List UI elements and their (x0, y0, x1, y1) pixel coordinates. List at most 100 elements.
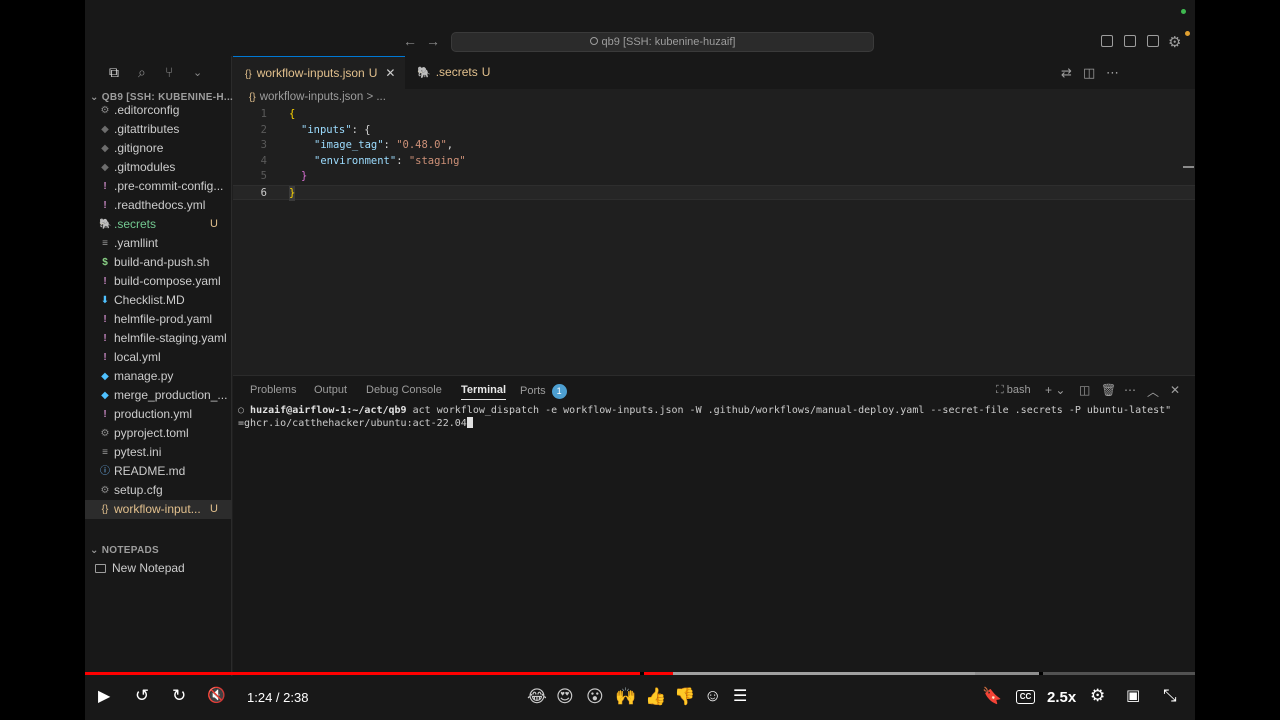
rewind-icon[interactable]: ↺ (135, 686, 149, 706)
command-center-search[interactable]: qb9 [SSH: kubenine-huzaif] (451, 32, 874, 52)
file-item[interactable]: ! .readthedocs.yml (85, 196, 232, 215)
close-panel-icon[interactable]: ✕ (1170, 383, 1180, 397)
new-terminal-icon[interactable]: + ⌄ (1045, 383, 1065, 397)
json-icon: {} (101, 504, 109, 515)
file-item[interactable]: ◆ .gitattributes (85, 120, 232, 139)
toggle-panel-icon[interactable] (1124, 35, 1136, 47)
file-item[interactable]: ◆ merge_production_... (85, 386, 232, 405)
emoji-thumbs-up-icon[interactable]: 👍 (645, 687, 666, 707)
file-item[interactable]: ! .pre-commit-config... (85, 177, 232, 196)
close-icon[interactable]: ✕ (385, 66, 395, 80)
yaml-icon: ! (103, 200, 107, 211)
file-name: setup.cfg (114, 483, 163, 497)
code-editor[interactable]: 1{ 2 "inputs": { 3 "image_tag": "0.48.0", … (233, 107, 1195, 201)
code-line: 1{ (260, 108, 296, 120)
settings-gear-icon[interactable]: ⚙ (1090, 686, 1105, 706)
file-item[interactable]: ! helmfile-prod.yaml (85, 310, 232, 329)
git-status-badge: U (210, 503, 218, 515)
file-name: manage.py (114, 369, 174, 383)
notepads-section-header[interactable]: ⌄ NOTEPADS (90, 545, 159, 556)
add-reaction-icon[interactable]: ☺ (704, 686, 721, 706)
tab-ports[interactable]: Ports 1 (520, 384, 567, 399)
chapter-separator (640, 672, 644, 675)
video-controls: ▶ ↺ ↻ 🔇 1:24 / 2:38 😂 😍 😮 🙌 👍 👎 ☺ ☰ 🔖 CC… (85, 680, 1195, 716)
git-icon: ◆ (101, 124, 109, 135)
emoji-heart-eyes-icon[interactable]: 😍 (556, 687, 574, 707)
back-arrow-icon[interactable]: ← (403, 33, 417, 49)
maximize-panel-icon[interactable]: ︿ (1147, 383, 1159, 400)
file-name: build-compose.yaml (114, 274, 221, 288)
chevron-down-icon[interactable]: ⌄ (193, 66, 202, 79)
command-center-label: qb9 [SSH: kubenine-huzaif] (601, 36, 736, 48)
file-name: .pre-commit-config... (114, 179, 224, 193)
json-icon: {} (245, 69, 252, 80)
yaml-icon: ! (103, 181, 107, 192)
chat-icon[interactable]: ☰ (733, 686, 747, 706)
terminal-shell-selector[interactable]: ⛶ bash (996, 384, 1031, 397)
emoji-thumbs-down-icon[interactable]: 👎 (674, 687, 695, 707)
code-line: 3 "image_tag": "0.48.0", (260, 139, 454, 151)
file-item[interactable]: ⓘ README.md (85, 462, 232, 481)
play-icon[interactable]: ▶ (98, 686, 110, 706)
code-line-current: 6} (233, 184, 1195, 201)
file-item[interactable]: ! local.yml (85, 348, 232, 367)
file-name: .editorconfig (114, 103, 180, 117)
files-icon[interactable]: ⧉ (109, 64, 119, 81)
new-notepad-item[interactable]: New Notepad (95, 561, 185, 575)
terminal-output[interactable]: ○ huzaif@airflow-1:~/act/qb9 act workflo… (238, 404, 1188, 430)
tab-output[interactable]: Output (314, 384, 347, 396)
yaml-icon: ! (103, 409, 107, 420)
settings-gear-icon[interactable]: ⚙ (1168, 33, 1181, 51)
file-item[interactable]: ⚙ .editorconfig (85, 101, 232, 120)
file-item[interactable]: ◆ .gitmodules (85, 158, 232, 177)
file-item[interactable]: ⚙ setup.cfg (85, 481, 232, 500)
file-name: .gitmodules (114, 160, 176, 174)
bookmark-icon[interactable]: 🔖 (982, 686, 1002, 706)
title-bar: ← → qb9 [SSH: kubenine-huzaif] ⚙ (85, 0, 1195, 56)
file-item[interactable]: ! production.yml (85, 405, 232, 424)
captions-icon[interactable]: CC (1016, 690, 1035, 704)
file-item[interactable]: ≡ .yamllint (85, 234, 232, 253)
breadcrumb[interactable]: {} workflow-inputs.json > ... (249, 91, 386, 103)
tab-terminal[interactable]: Terminal (461, 384, 507, 400)
source-control-icon[interactable]: ⑂ (165, 64, 173, 80)
tab-problems[interactable]: Problems (250, 384, 296, 396)
split-terminal-icon[interactable]: ◫ (1079, 383, 1090, 397)
markdown-icon: ⬇ (100, 295, 110, 306)
file-item[interactable]: $ build-and-push.sh (85, 253, 232, 272)
search-icon[interactable]: ⌕ (138, 64, 146, 81)
forward-icon[interactable]: ↻ (172, 686, 186, 706)
playback-speed[interactable]: 2.5x (1047, 689, 1076, 706)
file-item[interactable]: ◆ manage.py (85, 367, 232, 386)
more-actions-icon[interactable]: ⋯ (1124, 383, 1136, 397)
file-item[interactable]: ≡ pytest.ini (85, 443, 232, 462)
forward-arrow-icon[interactable]: → (426, 33, 440, 49)
miniplayer-icon[interactable]: ▣ (1126, 686, 1140, 704)
emoji-laugh-icon[interactable]: 😂 (527, 687, 547, 707)
emoji-raised-hands-icon[interactable]: 🙌 (615, 687, 636, 707)
mute-icon[interactable]: 🔇 (207, 686, 226, 704)
toggle-secondary-sidebar-icon[interactable] (1147, 35, 1159, 47)
editor-area: {} workflow-inputs.json U ✕ 🐘 .secrets U ⇄ ◫ … (233, 56, 1195, 374)
more-actions-icon[interactable]: ⋯ (1106, 65, 1119, 81)
split-editor-icon[interactable]: ◫ (1083, 65, 1095, 81)
emoji-surprised-icon[interactable]: 😮 (586, 687, 604, 707)
tab-secrets[interactable]: 🐘 .secrets U (405, 56, 495, 89)
python-icon: ◆ (101, 390, 109, 401)
compare-changes-icon[interactable]: ⇄ (1061, 65, 1072, 81)
file-item[interactable]: ⚙ pyproject.toml (85, 424, 232, 443)
tab-workflow-inputs-json[interactable]: {} workflow-inputs.json U ✕ (233, 56, 405, 89)
file-item[interactable]: {} workflow-input... U (85, 500, 232, 519)
info-icon: ⓘ (100, 466, 110, 477)
file-item[interactable]: ! helmfile-staging.yaml (85, 329, 232, 348)
file-item[interactable]: ⬇ Checklist.MD (85, 291, 232, 310)
json-icon: {} (249, 92, 256, 103)
tab-debug-console[interactable]: Debug Console (366, 384, 442, 396)
trash-icon[interactable]: 🗑 (1101, 383, 1116, 397)
toggle-sidebar-icon[interactable] (1101, 35, 1113, 47)
terminal-command-line-1: act workflow_dispatch -e workflow-inputs… (406, 405, 1172, 416)
file-item[interactable]: 🐘 .secrets U (85, 215, 232, 234)
file-item[interactable]: ◆ .gitignore (85, 139, 232, 158)
file-item[interactable]: ! build-compose.yaml (85, 272, 232, 291)
exit-fullscreen-icon[interactable]: ⤡ (1163, 686, 1177, 706)
